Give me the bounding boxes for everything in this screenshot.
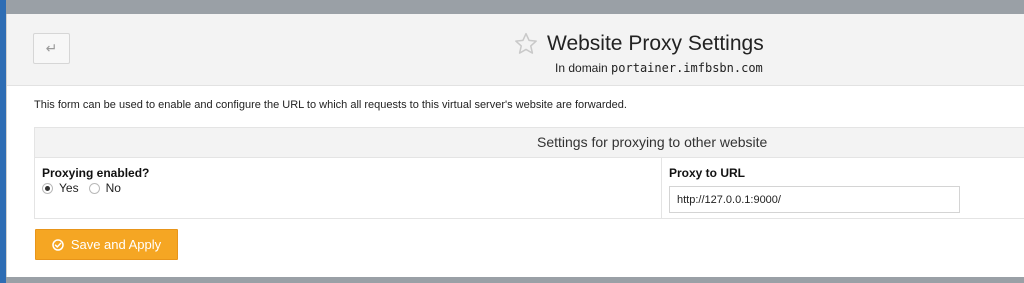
back-arrow-icon: ↵ — [45, 40, 58, 56]
radio-yes[interactable] — [42, 182, 53, 194]
settings-table-header: Settings for proxying to other website — [35, 128, 1024, 158]
proxying-enabled-radio-group: Yes No — [42, 181, 131, 195]
proxying-enabled-cell: Proxying enabled? Yes No — [35, 158, 662, 218]
page-header: ↵ Website Proxy Settings In domain porta… — [7, 14, 1024, 86]
title-row: Website Proxy Settings — [513, 29, 764, 59]
save-button-label: Save and Apply — [70, 237, 162, 252]
proxy-url-label: Proxy to URL — [669, 166, 746, 180]
page-title: Website Proxy Settings — [547, 32, 764, 55]
proxy-settings-panel: ↵ Website Proxy Settings In domain porta… — [6, 14, 1024, 277]
save-and-apply-button[interactable]: Save and Apply — [35, 229, 178, 260]
form-description: This form can be used to enable and conf… — [34, 99, 627, 111]
radio-no-label[interactable]: No — [106, 181, 121, 195]
check-circle-icon — [52, 238, 64, 251]
domain-name: portainer.imfbsbn.com — [611, 61, 763, 75]
proxy-url-input[interactable] — [669, 186, 960, 213]
section-title: Settings for proxying to other website — [537, 134, 768, 150]
settings-table: Settings for proxying to other website P… — [34, 127, 1024, 219]
radio-yes-label[interactable]: Yes — [59, 181, 79, 195]
subtitle-prefix: In domain — [555, 61, 608, 75]
star-outline-icon[interactable] — [513, 31, 539, 57]
back-button[interactable]: ↵ — [33, 33, 70, 64]
page-subtitle: In domain portainer.imfbsbn.com — [555, 61, 763, 75]
radio-no[interactable] — [88, 182, 100, 194]
proxying-enabled-label: Proxying enabled? — [42, 166, 150, 180]
proxy-url-cell: Proxy to URL — [662, 158, 1024, 218]
settings-table-body: Proxying enabled? Yes No Proxy to URL — [35, 158, 1024, 218]
